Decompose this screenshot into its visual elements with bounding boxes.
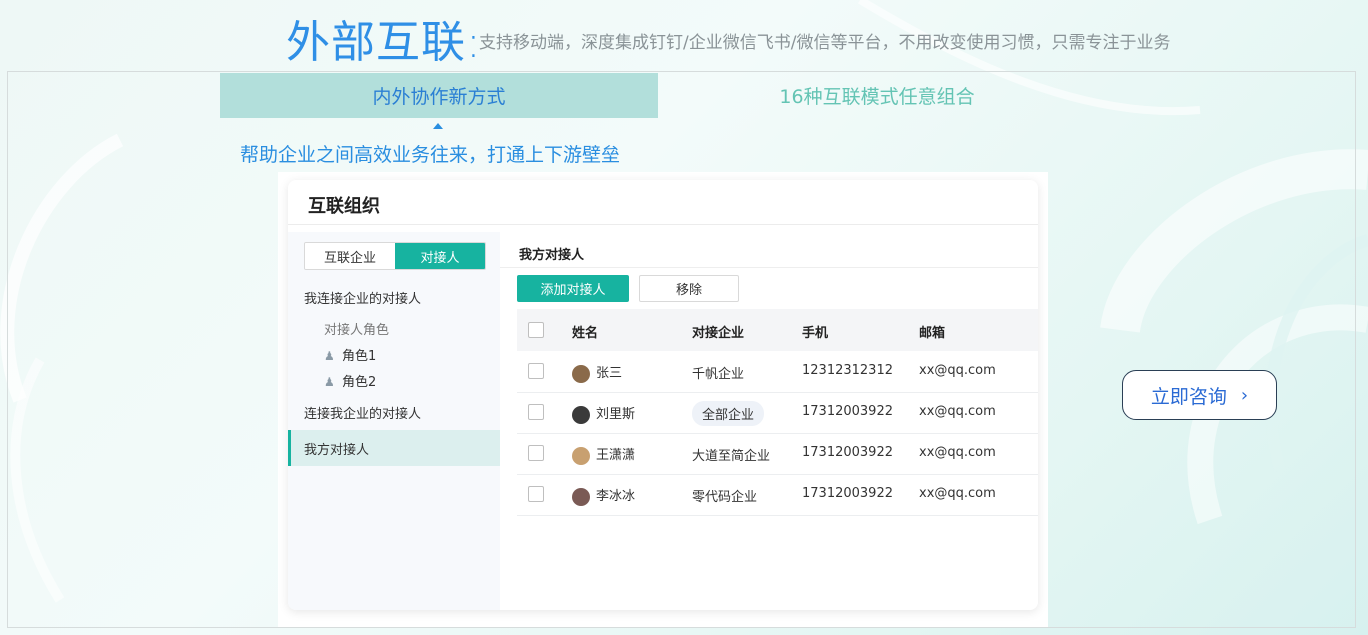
contact-name: 李冰冰 [596, 489, 636, 504]
segment-enterprises[interactable]: 互联企业 [305, 243, 395, 269]
column-header-email: 邮箱 [919, 326, 946, 341]
contact-name-cell: 王潇潇 [572, 444, 635, 465]
email-cell: xx@qq.com [919, 486, 996, 501]
role-label: 角色2 [342, 375, 377, 390]
consult-button[interactable]: 立即咨询 › [1122, 370, 1277, 420]
email-cell: xx@qq.com [919, 404, 996, 419]
table-row[interactable]: 王潇潇 大道至简企业 17312003922 xx@qq.com [517, 433, 1038, 474]
contact-name: 王潇潇 [596, 448, 636, 463]
company-cell: 零代码企业 [692, 490, 758, 505]
row-checkbox[interactable] [528, 404, 544, 420]
divider [288, 224, 1038, 225]
contact-name-cell: 张三 [572, 362, 622, 383]
row-checkbox[interactable] [528, 363, 544, 379]
row-divider [517, 515, 1038, 516]
avatar [572, 405, 590, 424]
row-checkbox[interactable] [528, 486, 544, 502]
contact-name: 刘里斯 [596, 407, 636, 422]
company-cell: 千帆企业 [692, 367, 745, 382]
divider [500, 267, 1038, 268]
table-row[interactable]: 刘里斯 全部企业 17312003922 xx@qq.com [517, 392, 1038, 433]
phone-cell: 17312003922 [802, 445, 893, 460]
page-title: 外部互联: [286, 17, 482, 68]
segment-contacts[interactable]: 对接人 [395, 243, 485, 269]
phone-cell: 17312003922 [802, 404, 893, 419]
company-tag: 全部企业 [692, 401, 765, 426]
page-subtitle: 支持移动端，深度集成钉钉/企业微信飞书/微信等平台，不用改变使用习惯，只需专注于… [479, 33, 1171, 53]
sidebar-subheader-roles: 对接人角色 [324, 323, 390, 338]
column-header-name: 姓名 [572, 326, 599, 341]
chevron-right-icon: › [1240, 384, 1249, 406]
remove-button[interactable]: 移除 [639, 275, 739, 302]
tagline: 帮助企业之间高效业务往来，打通上下游壁垒 [240, 144, 621, 166]
contact-name-cell: 李冰冰 [572, 485, 635, 506]
segment-control: 互联企业 对接人 [304, 242, 486, 270]
tab-collaboration[interactable]: 内外协作新方式 [220, 73, 658, 118]
sidebar-item-our-contacts[interactable]: 我方对接人 [288, 430, 500, 466]
avatar [572, 364, 590, 383]
section-heading: 我方对接人 [519, 248, 585, 263]
row-checkbox[interactable] [528, 445, 544, 461]
phone-cell: 12312312312 [802, 363, 893, 378]
user-role-icon: ♟ [324, 375, 335, 389]
consult-label: 立即咨询 [1150, 385, 1227, 408]
avatar [572, 487, 590, 506]
table-row[interactable]: 张三 千帆企业 12312312312 xx@qq.com [517, 351, 1038, 392]
add-contact-button[interactable]: 添加对接人 [517, 275, 629, 302]
company-cell: 全部企业 [692, 401, 765, 426]
contact-name: 张三 [596, 366, 623, 381]
user-role-icon: ♟ [324, 349, 335, 363]
page-header: 外部互联: 支持移动端，深度集成钉钉/企业微信飞书/微信等平台，不用改变使用习惯… [0, 0, 1368, 70]
avatar [572, 446, 590, 465]
email-cell: xx@qq.com [919, 445, 996, 460]
product-screenshot: 互联组织 互联企业 对接人 我连接企业的对接人 对接人角色 ♟ 角色1 ♟ 角色2 … [278, 172, 1048, 627]
role-label: 角色1 [342, 349, 377, 364]
sidebar: 互联企业 对接人 我连接企业的对接人 对接人角色 ♟ 角色1 ♟ 角色2 连接我企业… [288, 232, 500, 610]
table-header: 姓名 对接企业 手机 邮箱 [517, 309, 1038, 351]
phone-cell: 17312003922 [802, 486, 893, 501]
app-title: 互联组织 [308, 196, 380, 217]
table-row[interactable]: 李冰冰 零代码企业 17312003922 xx@qq.com [517, 474, 1038, 515]
email-cell: xx@qq.com [919, 363, 996, 378]
select-all-checkbox[interactable] [528, 322, 544, 338]
sidebar-item-role-2[interactable]: ♟ 角色2 [324, 371, 376, 390]
contact-name-cell: 刘里斯 [572, 403, 635, 424]
app-panel: 互联组织 互联企业 对接人 我连接企业的对接人 对接人角色 ♟ 角色1 ♟ 角色2 … [288, 180, 1038, 610]
tab-interconnect-modes[interactable]: 16种互联模式任意组合 [658, 73, 1096, 118]
sidebar-item-role-1[interactable]: ♟ 角色1 [324, 345, 376, 364]
column-header-phone: 手机 [802, 326, 829, 341]
company-cell: 大道至简企业 [692, 449, 771, 464]
sidebar-item-label: 我方对接人 [304, 443, 370, 458]
sidebar-item-my-connected-contacts[interactable]: 我连接企业的对接人 [304, 288, 421, 307]
tab-caret-icon [433, 123, 443, 129]
column-header-company: 对接企业 [692, 326, 745, 341]
sidebar-item-connecting-contacts[interactable]: 连接我企业的对接人 [304, 403, 421, 422]
